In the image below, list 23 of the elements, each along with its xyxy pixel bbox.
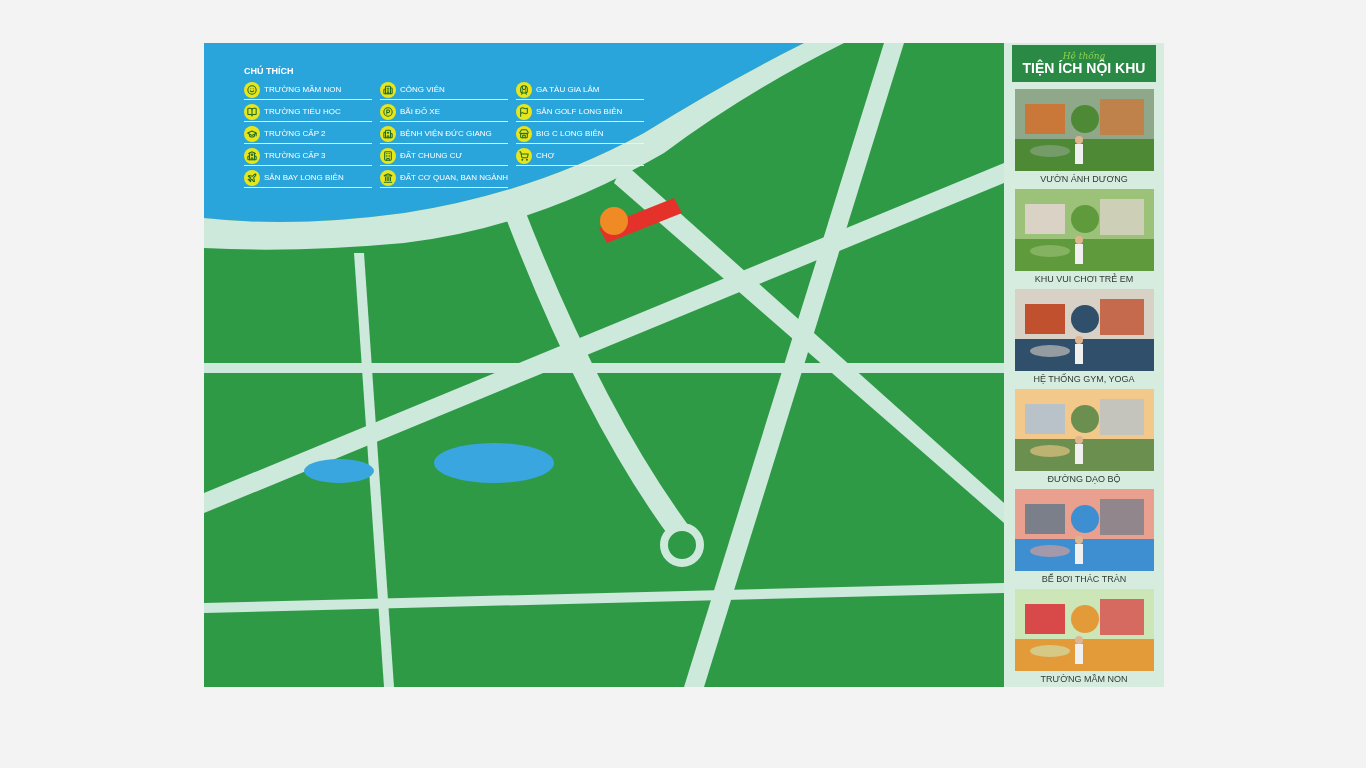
photo-caption: BỂ BƠI THÁC TRÀN bbox=[1041, 572, 1127, 586]
panel-title: TIỆN ÍCH NỘI KHU bbox=[1022, 61, 1146, 75]
legend-title: CHÚ THÍCH bbox=[244, 65, 295, 78]
photo-caption: TRƯỜNG MẦM NON bbox=[1040, 673, 1128, 686]
legend-label: BÃI ĐỖ XE bbox=[400, 105, 440, 118]
photo-caption: ĐƯỜNG DẠO BỘ bbox=[1047, 473, 1121, 486]
legend-label: TRƯỜNG CẤP 3 bbox=[264, 149, 326, 162]
photo-caption: VƯỜN ÁNH DƯƠNG bbox=[1040, 173, 1128, 186]
legend-label: BIG C LONG BIÊN bbox=[536, 127, 604, 140]
legend-label: BỆNH VIỆN ĐỨC GIANG bbox=[400, 127, 492, 140]
photo-caption: HỆ THỐNG GYM, YOGA bbox=[1033, 372, 1135, 386]
legend-label: CHỢ bbox=[536, 149, 555, 162]
legend-label: TRƯỜNG TIỂU HỌC bbox=[264, 105, 341, 118]
legend-label: ĐẤT CHUNG CƯ bbox=[400, 149, 463, 162]
legend-label: SÂN BAY LONG BIÊN bbox=[264, 171, 344, 184]
legend-label: GA TÀU GIA LÂM bbox=[536, 83, 600, 96]
photo-caption: KHU VUI CHƠI TRẺ EM bbox=[1034, 272, 1134, 286]
legend-label: TRƯỜNG MẦM NON bbox=[264, 83, 342, 96]
legend-label: SÂN GOLF LONG BIÊN bbox=[536, 105, 623, 118]
panel-subtitle: Hệ thống bbox=[1062, 52, 1106, 61]
legend-label: TRƯỜNG CẤP 2 bbox=[264, 127, 326, 140]
legend-label: CÔNG VIÊN bbox=[400, 83, 445, 96]
legend-label: ĐẤT CƠ QUAN, BAN NGÀNH bbox=[400, 171, 509, 184]
